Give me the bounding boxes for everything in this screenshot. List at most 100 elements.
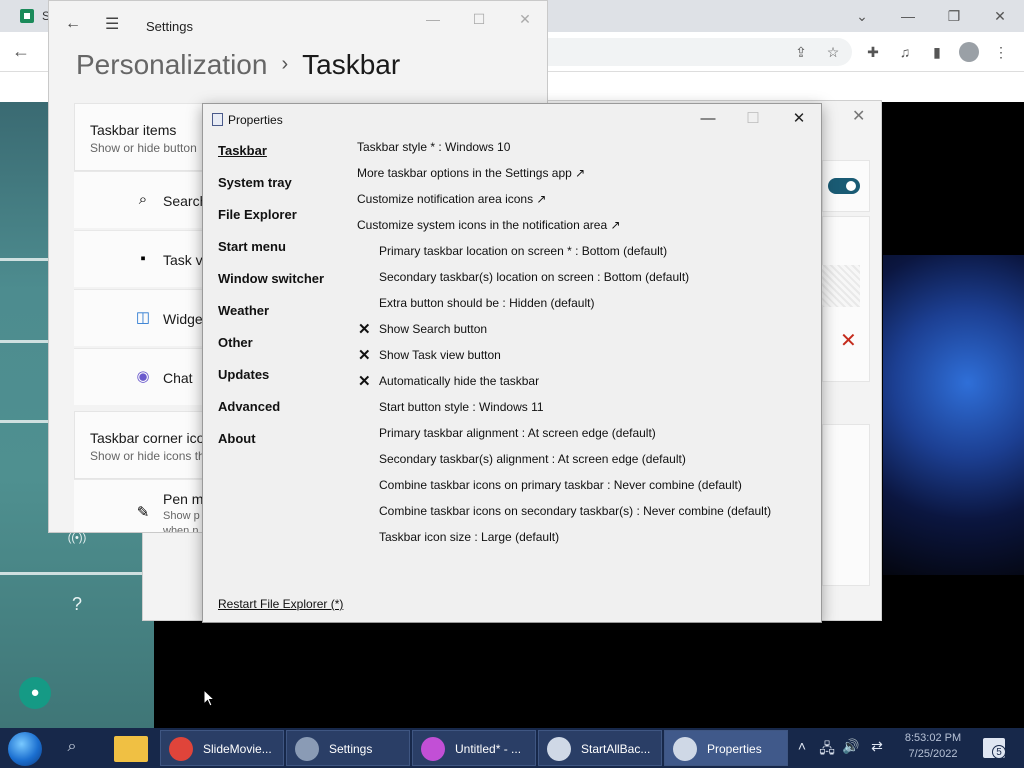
properties-dialog: Properties — ☐ ✕ Taskbar System tray File …	[202, 103, 822, 623]
task-view-icon: ▪	[140, 250, 146, 267]
taskbar-button-paint[interactable]: Untitled* - ...	[412, 730, 536, 766]
browser-minimize-button[interactable]: —	[898, 6, 918, 26]
bell-icon[interactable]: ●	[19, 677, 51, 709]
option-row[interactable]: Secondary taskbar(s) location on screen …	[379, 270, 689, 284]
toggle-switch[interactable]	[828, 178, 860, 194]
nav-item-other[interactable]: Other	[218, 335, 253, 350]
nav-item-window-switcher[interactable]: Window switcher	[218, 271, 324, 286]
file-explorer-icon[interactable]	[114, 736, 148, 762]
back-arrow-icon[interactable]: ←	[65, 15, 81, 33]
dialog-title: Properties	[228, 113, 283, 127]
tab-search-chevron-icon[interactable]: ⌄	[852, 6, 872, 26]
option-row[interactable]: Secondary taskbar(s) alignment : At scre…	[379, 452, 686, 466]
sidepanel-icon[interactable]: ▮	[927, 42, 947, 62]
extensions-icon[interactable]: ✚	[863, 42, 883, 62]
close-icon[interactable]: ✕	[852, 106, 865, 126]
option-row[interactable]: Primary taskbar location on screen * : B…	[379, 244, 667, 258]
nav-item-taskbar[interactable]: Taskbar	[218, 143, 267, 158]
paint-icon	[421, 737, 445, 761]
nav-item-advanced[interactable]: Advanced	[218, 399, 280, 414]
section-title: Taskbar corner ico	[90, 430, 205, 446]
video-frame	[883, 255, 1024, 575]
nav-item-system-tray[interactable]: System tray	[218, 175, 292, 190]
notification-count-badge: 5	[992, 745, 1006, 759]
close-icon[interactable]: ✕	[840, 328, 857, 353]
star-icon[interactable]: ☆	[823, 42, 843, 62]
option-row[interactable]: Customize notification area icons ↗	[357, 192, 546, 206]
close-button[interactable]: ✕	[515, 9, 535, 29]
chat-icon: ◉	[136, 368, 150, 385]
option-row[interactable]: Combine taskbar icons on primary taskbar…	[379, 478, 742, 492]
maximize-button[interactable]: ☐	[469, 9, 489, 29]
option-row[interactable]: Show Task view button	[379, 348, 501, 362]
network-icon[interactable]: 🖧	[817, 738, 837, 762]
option-row[interactable]: More taskbar options in the Settings app…	[357, 166, 585, 180]
network-icon[interactable]: ((•))	[66, 532, 88, 544]
search-icon[interactable]: ⌕	[60, 738, 84, 760]
share-icon[interactable]: ⇪	[791, 42, 811, 62]
page-title: Taskbar	[302, 49, 401, 80]
volume-icon[interactable]: 🔊	[841, 738, 861, 755]
sync-icon[interactable]: ⇄	[867, 738, 887, 755]
maximize-button[interactable]: ☐	[742, 109, 764, 129]
tab-favicon-icon	[20, 9, 34, 23]
item-label: Search	[163, 193, 208, 209]
help-icon[interactable]: ?	[66, 594, 88, 615]
hamburger-menu-icon[interactable]: ☰	[105, 14, 119, 34]
item-subtitle: Show p	[163, 510, 200, 522]
minimize-button[interactable]: —	[423, 9, 443, 29]
item-label: Task vi	[163, 252, 206, 268]
clock-time[interactable]: 8:53:02 PM	[899, 732, 967, 744]
startallback-icon	[547, 737, 571, 761]
taskbar: ⌕ SlideMovie... Settings Untitled* - ... St…	[0, 728, 1024, 768]
close-button[interactable]: ✕	[788, 109, 810, 129]
nav-item-start-menu[interactable]: Start menu	[218, 239, 286, 254]
window-title: Settings	[146, 19, 193, 34]
checkmark-x-icon[interactable]: ✕	[358, 346, 371, 364]
background-card	[822, 424, 870, 586]
taskbar-button-label: Untitled* - ...	[455, 742, 522, 756]
minimize-button[interactable]: —	[697, 109, 719, 129]
nav-item-about[interactable]: About	[218, 431, 256, 446]
tray-chevron-icon[interactable]: ˄	[792, 738, 812, 754]
nav-item-weather[interactable]: Weather	[218, 303, 269, 318]
taskbar-button-settings[interactable]: Settings	[286, 730, 410, 766]
option-row[interactable]: Start button style : Windows 11	[379, 400, 544, 414]
browser-restore-button[interactable]: ❐	[944, 6, 964, 26]
option-row[interactable]: Taskbar icon size : Large (default)	[379, 530, 559, 544]
breadcrumb-separator-icon: ›	[281, 53, 289, 75]
start-button[interactable]	[8, 732, 42, 766]
menu-icon[interactable]: ⋮	[991, 42, 1011, 62]
option-row[interactable]: Primary taskbar alignment : At screen ed…	[379, 426, 656, 440]
checkmark-x-icon[interactable]: ✕	[358, 372, 371, 390]
browser-close-button[interactable]: ✕	[990, 6, 1010, 26]
item-label: Widge	[163, 311, 203, 327]
taskbar-button-chrome[interactable]: SlideMovie...	[160, 730, 284, 766]
taskbar-button-startallback[interactable]: StartAllBac...	[538, 730, 662, 766]
taskbar-button-label: Properties	[707, 742, 762, 756]
option-row[interactable]: Customize system icons in the notificati…	[357, 218, 621, 232]
profile-icon[interactable]	[959, 42, 979, 62]
section-subtitle: Show or hide button	[90, 141, 197, 155]
option-row[interactable]: Automatically hide the taskbar	[379, 374, 539, 388]
option-row[interactable]: Extra button should be : Hidden (default…	[379, 296, 594, 310]
option-row[interactable]: Combine taskbar icons on secondary taskb…	[379, 504, 771, 518]
placeholder-image	[822, 265, 860, 307]
chrome-icon	[169, 737, 193, 761]
nav-item-updates[interactable]: Updates	[218, 367, 269, 382]
back-arrow-icon[interactable]: ←	[12, 41, 30, 62]
breadcrumb-parent[interactable]: Personalization	[76, 49, 267, 80]
option-row[interactable]: Show Search button	[379, 322, 487, 336]
taskbar-button-properties[interactable]: Properties	[664, 730, 788, 766]
option-row[interactable]: Taskbar style * : Windows 10	[357, 140, 510, 154]
media-icon[interactable]: ♫	[895, 42, 915, 62]
checkmark-x-icon[interactable]: ✕	[358, 320, 371, 338]
nav-item-file-explorer[interactable]: File Explorer	[218, 207, 297, 222]
taskbar-button-label: Settings	[329, 742, 373, 756]
search-icon: ⌕	[138, 191, 148, 208]
app-icon	[212, 113, 223, 126]
clock-date[interactable]: 7/25/2022	[899, 748, 967, 760]
restart-explorer-link[interactable]: Restart File Explorer (*)	[218, 597, 343, 611]
settings-icon	[295, 737, 319, 761]
item-label: Chat	[163, 370, 193, 386]
